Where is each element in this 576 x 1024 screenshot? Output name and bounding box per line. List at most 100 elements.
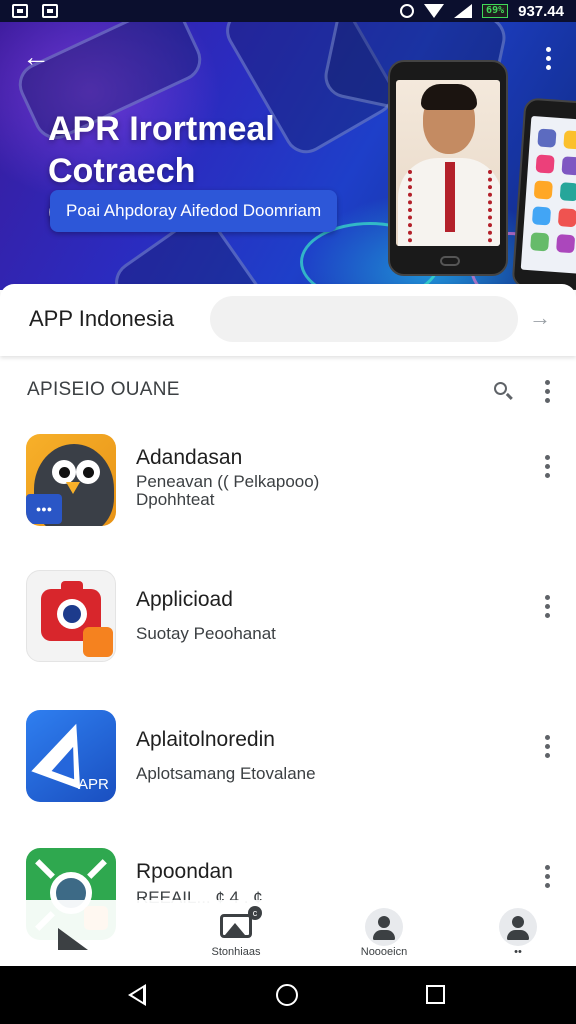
arrow-right-icon: → bbox=[529, 305, 551, 330]
mini-app-icon bbox=[563, 130, 576, 150]
app-list-item[interactable]: APR Aplaitolnoredin Aplotsamang Etovalan… bbox=[0, 704, 576, 824]
shirt-trim bbox=[408, 170, 430, 246]
more-vert-dot bbox=[544, 603, 550, 609]
nav-item-gallery[interactable]: c Stonhiaas bbox=[186, 904, 286, 964]
nav-label: Stonhiaas bbox=[211, 946, 261, 958]
camera-badge bbox=[83, 627, 113, 657]
more-vert-dot bbox=[544, 472, 550, 478]
system-home-icon[interactable] bbox=[276, 984, 298, 1006]
app-name: Adandasan bbox=[136, 446, 243, 469]
status-left bbox=[12, 4, 58, 18]
gallery-notification-icon bbox=[12, 4, 28, 18]
banner-phone-image bbox=[388, 60, 508, 276]
more-vert-icon bbox=[544, 594, 550, 600]
system-navigation-bar bbox=[0, 966, 576, 1024]
more-vert-dot bbox=[544, 612, 550, 618]
phone-screen bbox=[396, 80, 500, 246]
mini-app-icon bbox=[537, 128, 557, 148]
page-title: APP Indonesia bbox=[29, 306, 175, 331]
mini-app-icon bbox=[561, 156, 576, 176]
back-arrow-icon: ← bbox=[22, 41, 50, 72]
edit-icon-shape bbox=[58, 928, 88, 950]
apr-app-icon: APR bbox=[26, 710, 116, 802]
search-input[interactable] bbox=[210, 296, 518, 342]
search-icon bbox=[494, 382, 507, 395]
app-subtitle: Peneavan (( Pelkapooo) bbox=[136, 472, 320, 491]
app-more-button[interactable] bbox=[537, 734, 557, 758]
more-vert-dot bbox=[545, 64, 551, 70]
back-button[interactable]: ← bbox=[22, 41, 50, 72]
more-vert-dot bbox=[544, 752, 550, 758]
more-vert-icon bbox=[545, 46, 551, 52]
notification-badge: c bbox=[248, 906, 262, 920]
more-vert-icon bbox=[544, 379, 550, 385]
image-icon bbox=[220, 914, 252, 938]
signal-icon bbox=[454, 4, 473, 18]
owl-eye bbox=[52, 460, 76, 484]
mini-app-icon bbox=[535, 154, 555, 174]
system-back-icon[interactable] bbox=[128, 984, 146, 1006]
more-vert-dot bbox=[545, 55, 551, 61]
section-search-button[interactable] bbox=[492, 380, 514, 402]
app-list-item[interactable]: ●●● Adandasan Peneavan (( Pelkapooo) Dpo… bbox=[0, 424, 576, 544]
account-head bbox=[378, 916, 390, 928]
owl-eye bbox=[76, 460, 100, 484]
search-header: APP Indonesia → bbox=[0, 284, 576, 356]
shirt-trim bbox=[470, 170, 492, 246]
app-name: Rpoondan bbox=[136, 860, 233, 883]
app-more-button[interactable] bbox=[537, 864, 557, 888]
mini-app-icon bbox=[559, 182, 576, 202]
app-more-button[interactable] bbox=[537, 454, 557, 478]
alarm-icon bbox=[400, 4, 415, 18]
more-vert-dot bbox=[544, 873, 550, 879]
nav-label: Noooeicn bbox=[360, 946, 408, 958]
nav-item-profile[interactable]: •• bbox=[468, 904, 568, 964]
more-vert-icon bbox=[544, 734, 550, 740]
nav-item-account[interactable]: Noooeicn bbox=[334, 904, 434, 964]
system-recents-icon[interactable] bbox=[426, 985, 445, 1004]
owl-tag-badge: ●●● bbox=[26, 494, 62, 524]
person-hair bbox=[421, 84, 477, 110]
banner-title-line-1: APR Irortmeal bbox=[48, 110, 275, 148]
status-right: 69% 937.44 bbox=[400, 3, 564, 20]
more-options-button[interactable] bbox=[536, 44, 560, 72]
camera-lens bbox=[57, 599, 87, 629]
more-vert-icon bbox=[544, 864, 550, 870]
mini-app-icon bbox=[556, 234, 576, 254]
profile-body bbox=[507, 930, 529, 940]
search-submit-button[interactable]: → bbox=[526, 304, 554, 332]
mini-app-icon bbox=[533, 180, 553, 200]
owl-beak bbox=[66, 482, 80, 494]
section-more-button[interactable] bbox=[537, 379, 557, 403]
app-subtitle: Aplotsamang Etovalane bbox=[136, 764, 316, 783]
status-time: 937.44 bbox=[518, 2, 564, 20]
search-icon-handle bbox=[506, 392, 513, 400]
expand-arrow bbox=[35, 859, 55, 879]
side-phone-screen bbox=[520, 115, 576, 275]
owl-app-icon: ●●● bbox=[26, 434, 116, 526]
app-list-item[interactable]: Applicioad Suotay Peoohanat bbox=[0, 564, 576, 684]
app-more-button[interactable] bbox=[537, 594, 557, 618]
mini-app-icon bbox=[531, 206, 552, 226]
edit-icon bbox=[56, 928, 90, 952]
status-bar: 69% 937.44 bbox=[0, 0, 576, 22]
more-vert-dot bbox=[544, 388, 550, 394]
person-tie bbox=[445, 162, 455, 232]
more-vert-icon bbox=[544, 454, 550, 460]
more-vert-dot bbox=[544, 743, 550, 749]
app-subtitle-2: Dpohhteat bbox=[136, 490, 215, 509]
battery-indicator: 69% bbox=[482, 4, 509, 18]
banner-tagline-pill[interactable]: Poai Ahpdoray Aifedod Doomriam bbox=[50, 190, 338, 232]
app-name: Applicioad bbox=[136, 588, 233, 611]
more-vert-dot bbox=[544, 463, 550, 469]
nav-label: •• bbox=[514, 946, 522, 958]
profile-head bbox=[512, 916, 524, 928]
mini-app-icon bbox=[557, 208, 576, 228]
wifi-icon bbox=[424, 4, 445, 18]
apr-icon-label: APR bbox=[78, 776, 109, 793]
account-icon bbox=[365, 908, 403, 946]
hero-banner: ← APR Irortmeal Cotraech Couebasia Poai … bbox=[0, 22, 576, 290]
more-vert-dot bbox=[544, 397, 550, 403]
profile-icon bbox=[499, 908, 537, 946]
image-notification-icon bbox=[42, 4, 58, 18]
